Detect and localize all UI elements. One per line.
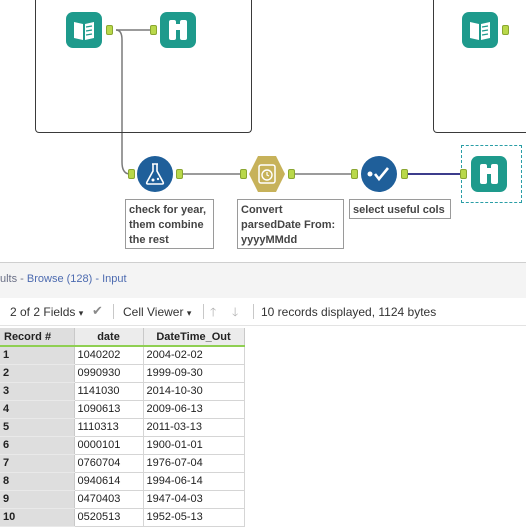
formula-annotation: check for year, them combine the rest bbox=[125, 199, 214, 249]
table-row[interactable]: 10 0520513 1952-05-13 bbox=[0, 508, 245, 527]
results-title-prefix: ults - bbox=[0, 273, 27, 285]
toolbar-divider bbox=[113, 304, 114, 319]
table-row[interactable]: 8 0940614 1994-06-14 bbox=[0, 472, 245, 491]
fields-label: 2 of 2 Fields bbox=[10, 305, 76, 319]
date-cell[interactable]: 1141030 bbox=[74, 382, 144, 401]
output-anchor[interactable] bbox=[288, 169, 295, 179]
table-row[interactable]: 7 0760704 1976-07-04 bbox=[0, 454, 245, 473]
record-number[interactable]: 9 bbox=[0, 490, 75, 509]
input-data-tool-2[interactable] bbox=[462, 12, 500, 48]
select-annotation: select useful cols bbox=[349, 199, 451, 219]
checkmark-icon bbox=[361, 156, 397, 192]
cell-viewer-dropdown[interactable]: Cell Viewer ▾ bbox=[123, 305, 191, 319]
date-cell[interactable]: 0940614 bbox=[74, 472, 144, 491]
table-row[interactable]: 2 0990930 1999-09-30 bbox=[0, 364, 245, 383]
date-cell[interactable]: 0000101 bbox=[74, 436, 144, 455]
record-number[interactable]: 6 bbox=[0, 436, 75, 455]
record-number[interactable]: 3 bbox=[0, 382, 75, 401]
table-row[interactable]: 6 0000101 1900-01-01 bbox=[0, 436, 245, 455]
input-anchor[interactable] bbox=[150, 25, 157, 35]
datetime-out-cell[interactable]: 1994-06-14 bbox=[143, 472, 245, 491]
table-row[interactable]: 9 0470403 1947-04-03 bbox=[0, 490, 245, 509]
book-icon bbox=[462, 12, 498, 48]
arrow-down-icon[interactable]: 🡓 bbox=[232, 303, 238, 324]
browse-tool[interactable] bbox=[160, 12, 198, 48]
toolbar-divider bbox=[253, 304, 254, 319]
input-anchor[interactable] bbox=[240, 169, 247, 179]
datetime-out-cell[interactable]: 1976-07-04 bbox=[143, 454, 245, 473]
date-cell[interactable]: 0470403 bbox=[74, 490, 144, 509]
record-number[interactable]: 5 bbox=[0, 418, 75, 437]
results-table[interactable]: Record # date DateTime_Out 1 1040202 2004-… bbox=[0, 328, 245, 527]
date-cell[interactable]: 0760704 bbox=[74, 454, 144, 473]
output-anchor[interactable] bbox=[502, 25, 509, 35]
date-cell[interactable]: 0990930 bbox=[74, 364, 144, 383]
column-header-datetime-out[interactable]: DateTime_Out bbox=[143, 328, 245, 347]
checkmark-icon[interactable]: ✔ bbox=[92, 303, 103, 319]
datetime-out-cell[interactable]: 1999-09-30 bbox=[143, 364, 245, 383]
formula-tool[interactable] bbox=[137, 156, 175, 192]
column-header-date[interactable]: date bbox=[74, 328, 144, 347]
date-cell[interactable]: 1110313 bbox=[74, 418, 144, 437]
output-anchor[interactable] bbox=[176, 169, 183, 179]
records-info: 10 records displayed, 1124 bytes bbox=[261, 305, 437, 319]
datetime-out-cell[interactable]: 1900-01-01 bbox=[143, 436, 245, 455]
results-title-browse: Browse (128) - Input bbox=[26, 273, 127, 285]
results-title: ults - Browse (128) - Input bbox=[0, 273, 127, 285]
binoculars-icon bbox=[471, 156, 507, 192]
input-anchor[interactable] bbox=[351, 169, 358, 179]
table-row[interactable]: 3 1141030 2014-10-30 bbox=[0, 382, 245, 401]
table-row[interactable]: 1 1040202 2004-02-02 bbox=[0, 346, 245, 365]
table-row[interactable]: 5 1110313 2011-03-13 bbox=[0, 418, 245, 437]
results-panel-header: ults - Browse (128) - Input bbox=[0, 262, 526, 298]
select-tool[interactable] bbox=[361, 156, 399, 192]
record-number[interactable]: 2 bbox=[0, 364, 75, 383]
input-anchor[interactable] bbox=[128, 169, 135, 179]
column-header-record[interactable]: Record # bbox=[0, 328, 75, 347]
table-header-row: Record # date DateTime_Out bbox=[0, 328, 245, 347]
record-number[interactable]: 10 bbox=[0, 508, 75, 527]
datetime-annotation: Convert parsedDate From: yyyyMMdd bbox=[237, 199, 344, 249]
date-cell[interactable]: 1090613 bbox=[74, 400, 144, 419]
browse-tool-selected[interactable] bbox=[471, 156, 509, 192]
book-icon bbox=[66, 12, 102, 48]
datetime-out-cell[interactable]: 2004-02-02 bbox=[143, 346, 245, 365]
results-grid[interactable]: Record # date DateTime_Out 1 1040202 2004-… bbox=[0, 328, 245, 527]
record-number[interactable]: 1 bbox=[0, 346, 75, 365]
input-data-tool[interactable] bbox=[66, 12, 104, 48]
table-row[interactable]: 4 1090613 2009-06-13 bbox=[0, 400, 245, 419]
workflow-canvas[interactable]: check for year, them combine the rest Co… bbox=[0, 0, 526, 262]
datetime-out-cell[interactable]: 2011-03-13 bbox=[143, 418, 245, 437]
arrow-up-icon[interactable]: 🡑 bbox=[210, 303, 216, 324]
chevron-down-icon: ▾ bbox=[78, 308, 84, 318]
chevron-down-icon: ▾ bbox=[186, 308, 192, 318]
clock-icon bbox=[249, 156, 285, 192]
record-number[interactable]: 4 bbox=[0, 400, 75, 419]
datetime-out-cell[interactable]: 1952-05-13 bbox=[143, 508, 245, 527]
record-number[interactable]: 8 bbox=[0, 472, 75, 491]
flask-icon bbox=[137, 156, 173, 192]
input-anchor[interactable] bbox=[460, 169, 467, 179]
datetime-out-cell[interactable]: 1947-04-03 bbox=[143, 490, 245, 509]
output-anchor[interactable] bbox=[401, 169, 408, 179]
cell-viewer-label: Cell Viewer bbox=[123, 305, 184, 319]
binoculars-icon bbox=[160, 12, 196, 48]
datetime-out-cell[interactable]: 2014-10-30 bbox=[143, 382, 245, 401]
date-cell[interactable]: 0520513 bbox=[74, 508, 144, 527]
datetime-tool[interactable] bbox=[249, 156, 287, 192]
date-cell[interactable]: 1040202 bbox=[74, 346, 144, 365]
record-number[interactable]: 7 bbox=[0, 454, 75, 473]
output-anchor[interactable] bbox=[106, 25, 113, 35]
toolbar-divider bbox=[203, 304, 204, 319]
results-toolbar: 2 of 2 Fields ▾ ✔ Cell Viewer ▾ 🡑 🡓 10 r… bbox=[0, 298, 526, 326]
datetime-out-cell[interactable]: 2009-06-13 bbox=[143, 400, 245, 419]
fields-selector[interactable]: 2 of 2 Fields ▾ bbox=[10, 305, 83, 319]
